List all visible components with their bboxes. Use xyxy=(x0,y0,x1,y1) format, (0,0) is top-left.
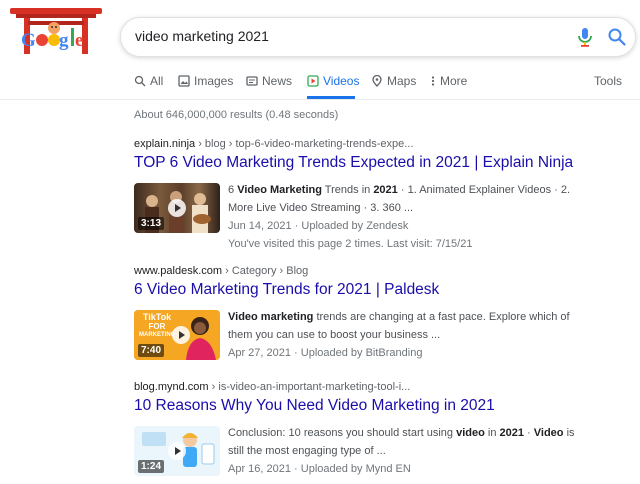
tools-button[interactable]: Tools xyxy=(594,74,622,88)
search-icon[interactable] xyxy=(607,27,627,47)
result-title-link[interactable]: 10 Reasons Why You Need Video Marketing … xyxy=(134,397,495,415)
svg-text:G: G xyxy=(21,30,36,51)
video-thumbnail[interactable]: 1:24 xyxy=(134,426,220,476)
search-icon xyxy=(134,75,146,87)
tab-maps[interactable]: Maps xyxy=(371,74,416,88)
result-meta: Apr 27, 2021 · Uploaded by BitBranding xyxy=(228,347,423,359)
tab-videos[interactable]: Videos xyxy=(307,74,359,88)
result-path: › is-video-an-important-marketing-tool-i… xyxy=(208,381,411,393)
snippet-highlight: video xyxy=(456,427,485,439)
header-divider xyxy=(0,99,640,100)
thumbnail-text: MARKETING xyxy=(139,332,176,338)
svg-text:g: g xyxy=(59,30,69,51)
tab-all[interactable]: All xyxy=(134,74,163,88)
search-result: blog.mynd.com › is-video-an-important-ma… xyxy=(134,381,634,476)
video-icon xyxy=(307,75,319,87)
video-thumbnail[interactable]: 3:13 xyxy=(134,183,220,233)
result-snippet: 6 Video Marketing Trends in 2021 · 1. An… xyxy=(228,181,588,253)
search-input[interactable]: video marketing 2021 xyxy=(135,28,269,44)
news-icon xyxy=(246,76,258,86)
thumbnail-caption: TikTok FOR MARKETING xyxy=(139,313,175,340)
snippet-highlight: 2021 xyxy=(373,184,398,196)
snippet-text: 6 xyxy=(228,184,238,196)
result-path: › blog › top-6-video-marketing-trends-ex… xyxy=(195,138,414,150)
result-meta: Jun 14, 2021 · Uploaded by Zendesk xyxy=(228,220,409,232)
result-site: blog.mynd.com xyxy=(134,381,209,393)
tab-label: All xyxy=(150,74,164,88)
snippet-highlight: Video xyxy=(533,427,564,439)
thumbnail-text: TikTok xyxy=(142,312,172,322)
visited-note: You've visited this page 2 times. Last v… xyxy=(228,238,473,250)
result-snippet: Conclusion: 10 reasons you should start … xyxy=(228,424,588,478)
tab-news[interactable]: News xyxy=(246,74,292,88)
tab-label: Images xyxy=(194,74,234,88)
video-duration: 1:24 xyxy=(138,460,165,473)
result-meta: Apr 16, 2021 · Uploaded by Mynd EN xyxy=(228,463,411,475)
result-snippet: Video marketing trends are changing at a… xyxy=(228,308,588,362)
map-pin-icon xyxy=(372,75,382,87)
snippet-text: in xyxy=(484,427,500,439)
tab-images[interactable]: Images xyxy=(178,74,233,88)
video-duration: 7:40 xyxy=(138,344,165,357)
snippet-highlight: 2021 xyxy=(499,427,524,439)
snippet-text: · xyxy=(523,427,534,439)
video-duration: 3:13 xyxy=(138,217,165,230)
result-title-link[interactable]: 6 Video Marketing Trends for 2021 | Pald… xyxy=(134,281,439,299)
search-header: G g e video marketing 2021 All Images Ne… xyxy=(0,0,640,100)
video-thumbnail[interactable]: TikTok FOR MARKETING 7:40 xyxy=(134,310,220,360)
search-result: www.paldesk.com › Category › Blog 6 Vide… xyxy=(134,265,634,360)
play-icon xyxy=(172,326,190,344)
tab-label: More xyxy=(440,74,468,88)
tab-label: News xyxy=(262,74,293,88)
tab-more[interactable]: More xyxy=(430,74,467,88)
snippet-highlight: Video marketing xyxy=(228,311,314,323)
result-title-link[interactable]: TOP 6 Video Marketing Trends Expected in… xyxy=(134,154,573,172)
play-icon xyxy=(168,442,186,460)
snippet-highlight: Video Marketing xyxy=(237,184,322,196)
result-site: explain.ninja xyxy=(134,138,196,150)
result-path: › Category › Blog xyxy=(222,265,309,277)
result-url[interactable]: www.paldesk.com › Category › Blog xyxy=(134,265,634,277)
result-url[interactable]: explain.ninja › blog › top-6-video-marke… xyxy=(134,138,634,150)
search-result: explain.ninja › blog › top-6-video-marke… xyxy=(134,138,634,250)
result-stats: About 646,000,000 results (0.48 seconds) xyxy=(134,109,339,121)
microphone-icon[interactable] xyxy=(577,27,593,47)
result-url[interactable]: blog.mynd.com › is-video-an-important-ma… xyxy=(134,381,634,393)
image-icon xyxy=(178,75,190,87)
google-doodle-logo[interactable]: G g e xyxy=(8,6,104,54)
tab-label: Videos xyxy=(323,74,360,88)
snippet-text: Trends in xyxy=(321,184,374,196)
search-box[interactable]: video marketing 2021 xyxy=(120,17,636,57)
thumbnail-text: FOR xyxy=(148,322,166,331)
result-site: www.paldesk.com xyxy=(134,265,223,277)
svg-text:e: e xyxy=(75,30,83,51)
tab-label: Maps xyxy=(387,74,417,88)
snippet-text: Conclusion: 10 reasons you should start … xyxy=(228,427,457,439)
play-icon xyxy=(168,199,186,217)
more-vert-icon xyxy=(431,76,435,86)
